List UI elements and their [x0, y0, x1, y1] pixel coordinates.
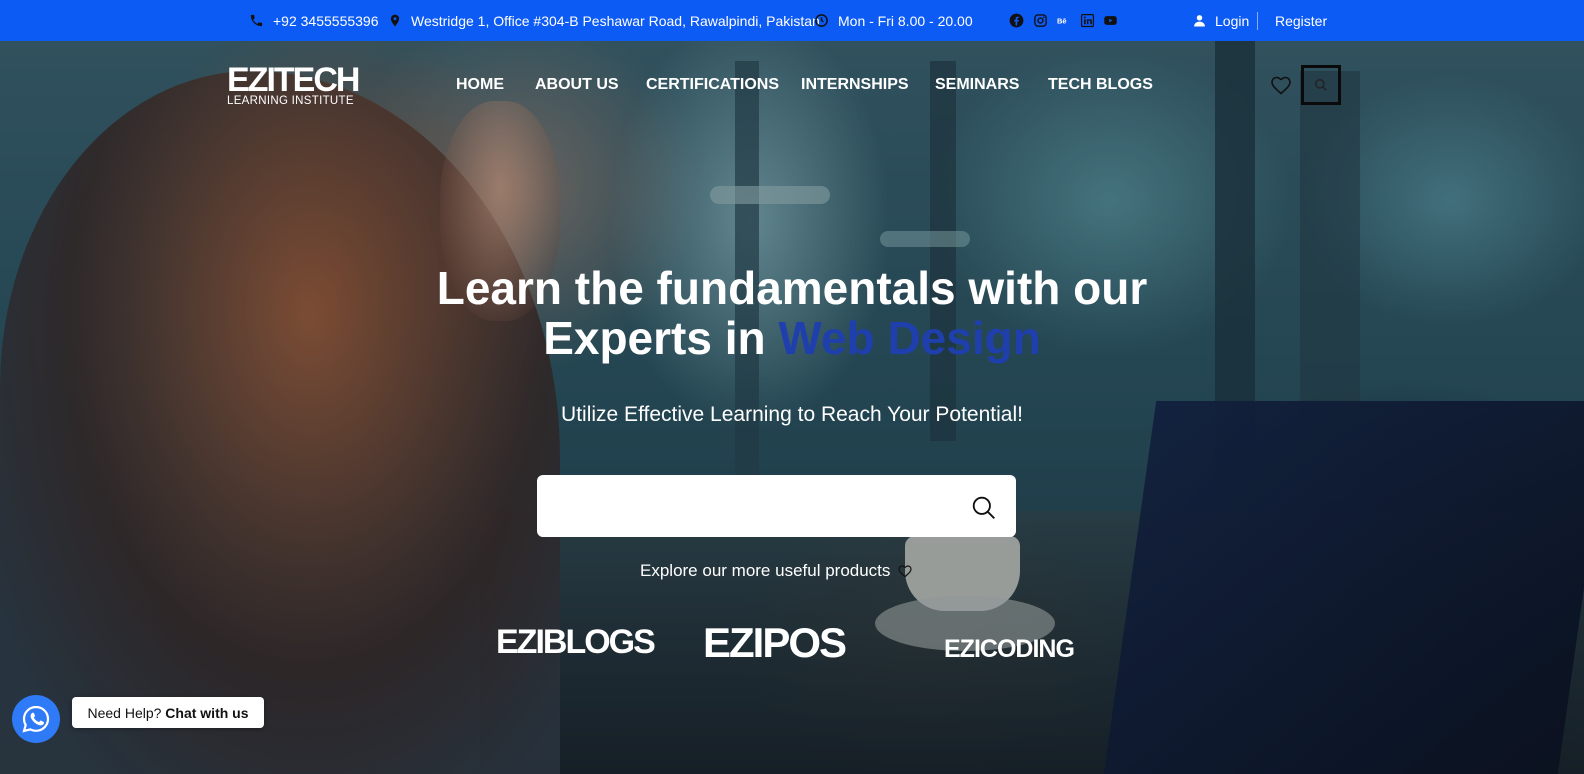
hero-title-prefix: Experts in	[543, 312, 779, 364]
register-label: Register	[1275, 12, 1328, 29]
hero-title: Learn the fundamentals with our Experts …	[300, 263, 1284, 363]
nav-certifications[interactable]: CERTIFICATIONS	[646, 76, 779, 94]
clock-icon	[815, 14, 828, 27]
address-text: Westridge 1, Office #304-B Peshawar Road…	[411, 12, 820, 29]
explore-text: Explore our more useful products	[640, 561, 891, 580]
instagram-icon[interactable]	[1033, 13, 1048, 28]
logo-wordmark: EZITECH	[227, 61, 360, 99]
register-link[interactable]: Register	[1275, 0, 1327, 41]
youtube-icon[interactable]	[1103, 13, 1118, 28]
site-logo[interactable]: EZITECH LEARNING INSTITUTE	[227, 61, 360, 107]
top-info-bar: +92 3455555396 Westridge 1, Office #304-…	[0, 0, 1584, 41]
heart-icon	[898, 565, 913, 578]
chat-help-button[interactable]: Need Help? Chat with us	[72, 697, 264, 728]
hero-title-highlight: Web Design	[778, 312, 1041, 364]
product-ezicoding[interactable]: EZICODING	[944, 635, 1075, 664]
hero-title-line1: Learn the fundamentals with our	[436, 262, 1148, 314]
user-icon	[1194, 15, 1205, 27]
phone-contact[interactable]: +92 3455555396	[249, 0, 379, 41]
nav-about-us[interactable]: ABOUT US	[535, 76, 619, 94]
search-icon	[1315, 79, 1327, 91]
map-pin-icon	[390, 14, 400, 27]
nav-internships[interactable]: INTERNSHIPS	[801, 76, 909, 94]
header-search-button[interactable]	[1301, 65, 1341, 105]
address-contact: Westridge 1, Office #304-B Peshawar Road…	[388, 0, 820, 41]
wishlist-heart-icon[interactable]	[1269, 73, 1293, 97]
hero-section: EZITECH LEARNING INSTITUTE HOME ABOUT US…	[0, 41, 1584, 774]
login-link[interactable]: Login	[1193, 0, 1249, 41]
svg-text:Bē: Bē	[1057, 17, 1067, 26]
behance-icon[interactable]: Bē	[1057, 13, 1072, 28]
search-submit-icon[interactable]	[971, 495, 997, 521]
login-register-divider	[1257, 12, 1258, 30]
nav-home[interactable]: HOME	[456, 76, 504, 94]
nav-tech-blogs[interactable]: TECH BLOGS	[1048, 76, 1153, 94]
product-eziblogs[interactable]: EZIBLOGS	[496, 623, 656, 662]
product-ezipos[interactable]: EZIPOS	[703, 619, 847, 667]
whatsapp-chat-button[interactable]	[12, 695, 60, 743]
linkedin-icon[interactable]	[1080, 13, 1095, 28]
explore-products: Explore our more useful products	[640, 561, 914, 581]
nav-seminars[interactable]: SEMINARS	[935, 76, 1019, 94]
chat-help-prefix: Need Help?	[87, 704, 162, 721]
hero-subtitle: Utilize Effective Learning to Reach Your…	[561, 403, 1023, 426]
logo-tagline: LEARNING INSTITUTE	[227, 95, 354, 107]
hours-info: Mon - Fri 8.00 - 20.00	[814, 0, 973, 41]
course-search-input[interactable]	[537, 475, 1016, 537]
hero-title-line2: Experts in Web Design	[300, 313, 1284, 363]
login-label: Login	[1215, 12, 1250, 29]
chat-help-bold: Chat with us	[165, 704, 249, 721]
phone-text: +92 3455555396	[273, 12, 379, 29]
facebook-icon[interactable]	[1009, 13, 1024, 28]
hours-text: Mon - Fri 8.00 - 20.00	[838, 12, 973, 29]
whatsapp-icon	[22, 705, 50, 733]
phone-icon	[250, 14, 263, 27]
